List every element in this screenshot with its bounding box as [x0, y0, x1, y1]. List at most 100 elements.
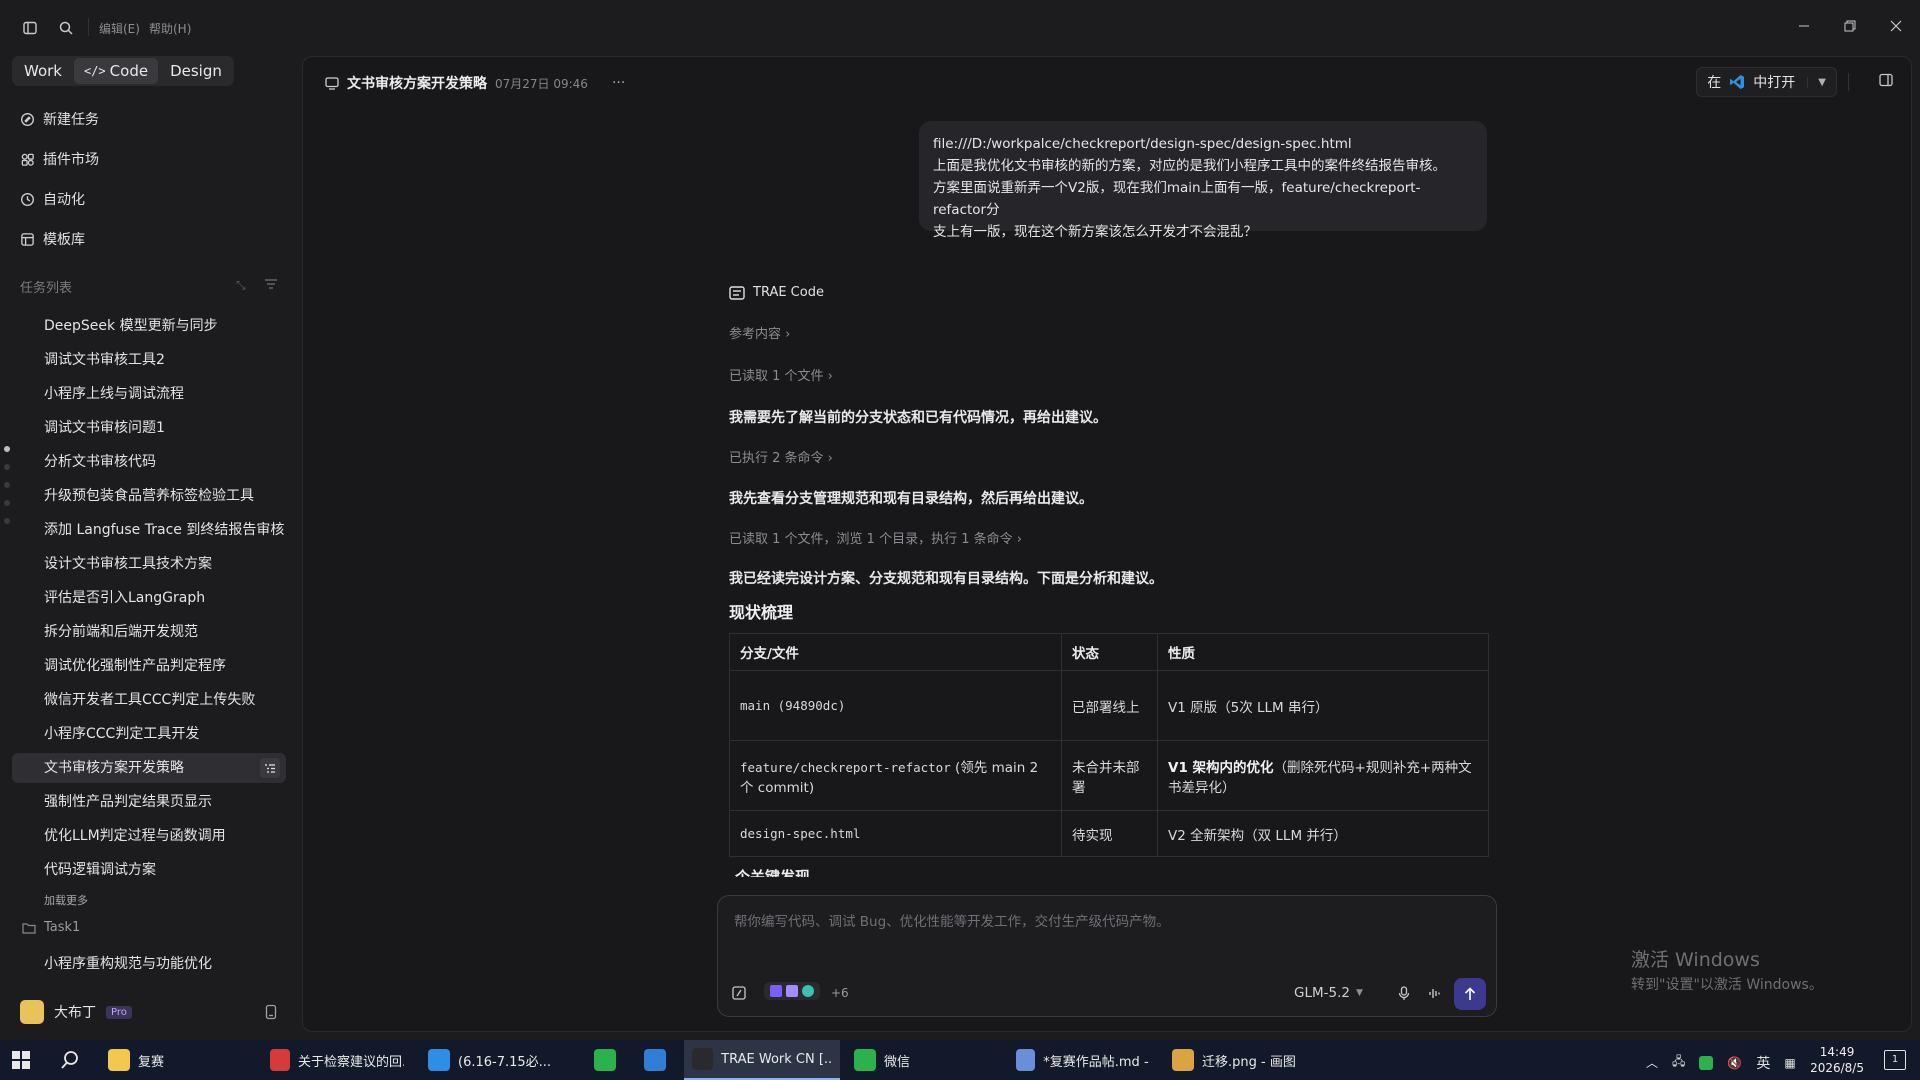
search-icon[interactable] [60, 1050, 80, 1074]
reference-toggle[interactable]: 参考内容 › [729, 323, 790, 342]
dot[interactable] [4, 518, 10, 524]
list-item[interactable]: 文书审核方案开发策略 [12, 753, 286, 783]
panel-toggle-icon[interactable] [1879, 73, 1893, 91]
taskbar-app[interactable]: 复赛 [100, 1040, 250, 1080]
cell-extra: (94890dc) [770, 698, 846, 713]
dot[interactable] [4, 500, 10, 506]
list-item[interactable]: 强制性产品判定结果页显示 [12, 787, 286, 817]
list-item[interactable]: DeepSeek 模型更新与同步 [12, 311, 286, 341]
taskbar-app[interactable]: 微信 [846, 1040, 996, 1080]
user-profile[interactable]: 大布丁 Pro [20, 1000, 132, 1024]
clock[interactable]: 14:49 2026/8/5 [1810, 1044, 1864, 1076]
code-span: main [740, 698, 771, 713]
filter-icon[interactable] [264, 278, 278, 294]
collapse-icon[interactable]: ⤡ [236, 278, 246, 293]
voice-wave-icon[interactable] [1428, 987, 1442, 1004]
mode-code-label: Code [109, 62, 149, 80]
taskbar-app-label: 微信 [884, 1054, 911, 1070]
folder-icon [22, 922, 36, 934]
app-icon [644, 1049, 666, 1071]
taskbar-app[interactable]: 关于检察建议的回... [262, 1040, 412, 1080]
chat-input-placeholder[interactable]: 帮你编写代码、调试 Bug、优化性能等开发工作，交付生产级代码产物。 [734, 910, 1170, 930]
title-bar: 编辑(E) 帮助(H) [0, 0, 1920, 56]
list-item[interactable]: 评估是否引入LangGraph [12, 583, 286, 613]
mode-design[interactable]: Design [160, 58, 232, 84]
taskbar-app[interactable]: *复赛作品帖.md - ... [1008, 1040, 1158, 1080]
load-more-link[interactable]: 加载更多 [44, 892, 88, 908]
list-item[interactable]: 优化LLM判定过程与函数调用 [12, 821, 286, 851]
watermark-line: 激活 Windows [1631, 949, 1760, 971]
read-files-toggle[interactable]: 已读取 1 个文件 › [729, 365, 833, 384]
list-item[interactable]: 代码逻辑调试方案 [12, 855, 286, 885]
dot[interactable] [4, 464, 10, 470]
list-item[interactable]: 拆分前端和后端开发规范 [12, 617, 286, 647]
table-cell: design-spec.html [729, 810, 1062, 857]
volume-icon[interactable]: 🔇 [1727, 1056, 1742, 1070]
taskbar-app[interactable] [636, 1040, 676, 1080]
nav-template-library[interactable]: 模板库 [20, 227, 85, 251]
chevron-right-icon: › [781, 327, 791, 342]
task-label: 优化LLM判定过程与函数调用 [44, 828, 226, 844]
list-item[interactable]: 调试文书审核工具2 [12, 345, 286, 375]
task-outline-icon[interactable] [260, 758, 280, 778]
nav-new-task[interactable]: 新建任务 [20, 107, 99, 131]
restore-icon[interactable] [1836, 14, 1864, 38]
list-item[interactable]: 调试文书审核问题1 [12, 413, 286, 443]
list-item[interactable]: 分析文书审核代码 [12, 447, 286, 477]
cell-text: V1 原版（5次 LLM 串行） [1168, 699, 1329, 716]
wechat-tray-icon[interactable] [1699, 1055, 1714, 1070]
sidebar-toggle-icon[interactable] [20, 18, 40, 38]
folder-task1[interactable]: Task1 [22, 920, 80, 935]
exec-commands-toggle[interactable]: 已执行 2 条命令 › [729, 447, 833, 466]
dot[interactable] [4, 482, 10, 488]
nav-plugin-market[interactable]: 插件市场 [20, 147, 99, 171]
nav-label: 新建任务 [43, 112, 99, 128]
message-line: 上面是我优化文书审核的新的方案，对应的是我们小程序工具中的案件终结报告审核。 [933, 158, 1446, 174]
new-task-icon [21, 112, 34, 126]
network-icon[interactable]: 🖧 [1672, 1052, 1685, 1073]
nav-automation[interactable]: 自动化 [20, 187, 85, 211]
taskbar-app[interactable]: 迁移.png - 画图 [1164, 1040, 1314, 1080]
ime-indicator[interactable]: 英 [1756, 1053, 1770, 1073]
mode-work[interactable]: Work [14, 58, 72, 84]
microphone-icon[interactable] [1398, 986, 1410, 1005]
taskbar-app[interactable]: TRAE Work CN [... [684, 1040, 840, 1080]
list-item[interactable]: 添加 Langfuse Trace 到终结报告审核 [12, 515, 286, 545]
list-item[interactable]: 小程序重构规范与功能优化 [12, 949, 286, 979]
taskbar-app[interactable] [586, 1040, 626, 1080]
attachments-group[interactable] [764, 982, 820, 1000]
list-item[interactable]: 设计文书审核工具技术方案 [12, 549, 286, 579]
taskbar-app[interactable]: (6.16-7.15必... [420, 1040, 570, 1080]
mode-code[interactable]: </> Code [73, 58, 159, 84]
trae-logo-icon [729, 285, 745, 300]
chat-date: 07月27日 09:46 [495, 76, 588, 91]
notification-icon[interactable]: 1 [1884, 1050, 1906, 1070]
ime-grid-icon[interactable]: ▦ [1784, 1056, 1795, 1070]
more-icon[interactable]: ··· [612, 75, 625, 91]
open-in-editor-button[interactable]: 在 中打开 ▼ [1696, 67, 1837, 97]
model-selector[interactable]: GLM-5.2 ▼ [1294, 985, 1363, 1001]
list-item[interactable]: 调试优化强制性产品判定程序 [12, 651, 286, 681]
close-icon[interactable] [1882, 14, 1910, 38]
app-icon [1172, 1049, 1194, 1071]
send-button[interactable] [1454, 978, 1486, 1010]
dot[interactable] [4, 446, 10, 452]
device-icon[interactable] [265, 1004, 277, 1024]
app-icon [1016, 1049, 1036, 1071]
cell-bold: V1 架构内的优化 [1168, 759, 1274, 776]
search-icon[interactable] [56, 18, 76, 38]
menu-help[interactable]: 帮助(H) [149, 20, 191, 37]
chevron-down-icon[interactable]: ▼ [1807, 76, 1826, 88]
windows-start-icon[interactable] [12, 1051, 30, 1073]
chat-input-box[interactable]: 帮你编写代码、调试 Bug、优化性能等开发工作，交付生产级代码产物。 +6 GL… [717, 895, 1497, 1017]
read-browse-toggle[interactable]: 已读取 1 个文件，浏览 1 个目录，执行 1 条命令 › [729, 528, 1022, 547]
minimize-icon[interactable] [1790, 14, 1818, 38]
menu-edit[interactable]: 编辑(E) [99, 20, 140, 37]
slash-command-icon[interactable] [732, 986, 746, 1004]
list-item[interactable]: 升级预包装食品营养标签检验工具 [12, 481, 286, 511]
list-item[interactable]: 微信开发者工具CCC判定上传失败 [12, 685, 286, 715]
list-item[interactable]: 小程序CCC判定工具开发 [12, 719, 286, 749]
tray-chevron-icon[interactable]: ︿ [1646, 1054, 1658, 1071]
list-item[interactable]: 小程序上线与调试流程 [12, 379, 286, 409]
attachments-more[interactable]: +6 [831, 986, 849, 1000]
